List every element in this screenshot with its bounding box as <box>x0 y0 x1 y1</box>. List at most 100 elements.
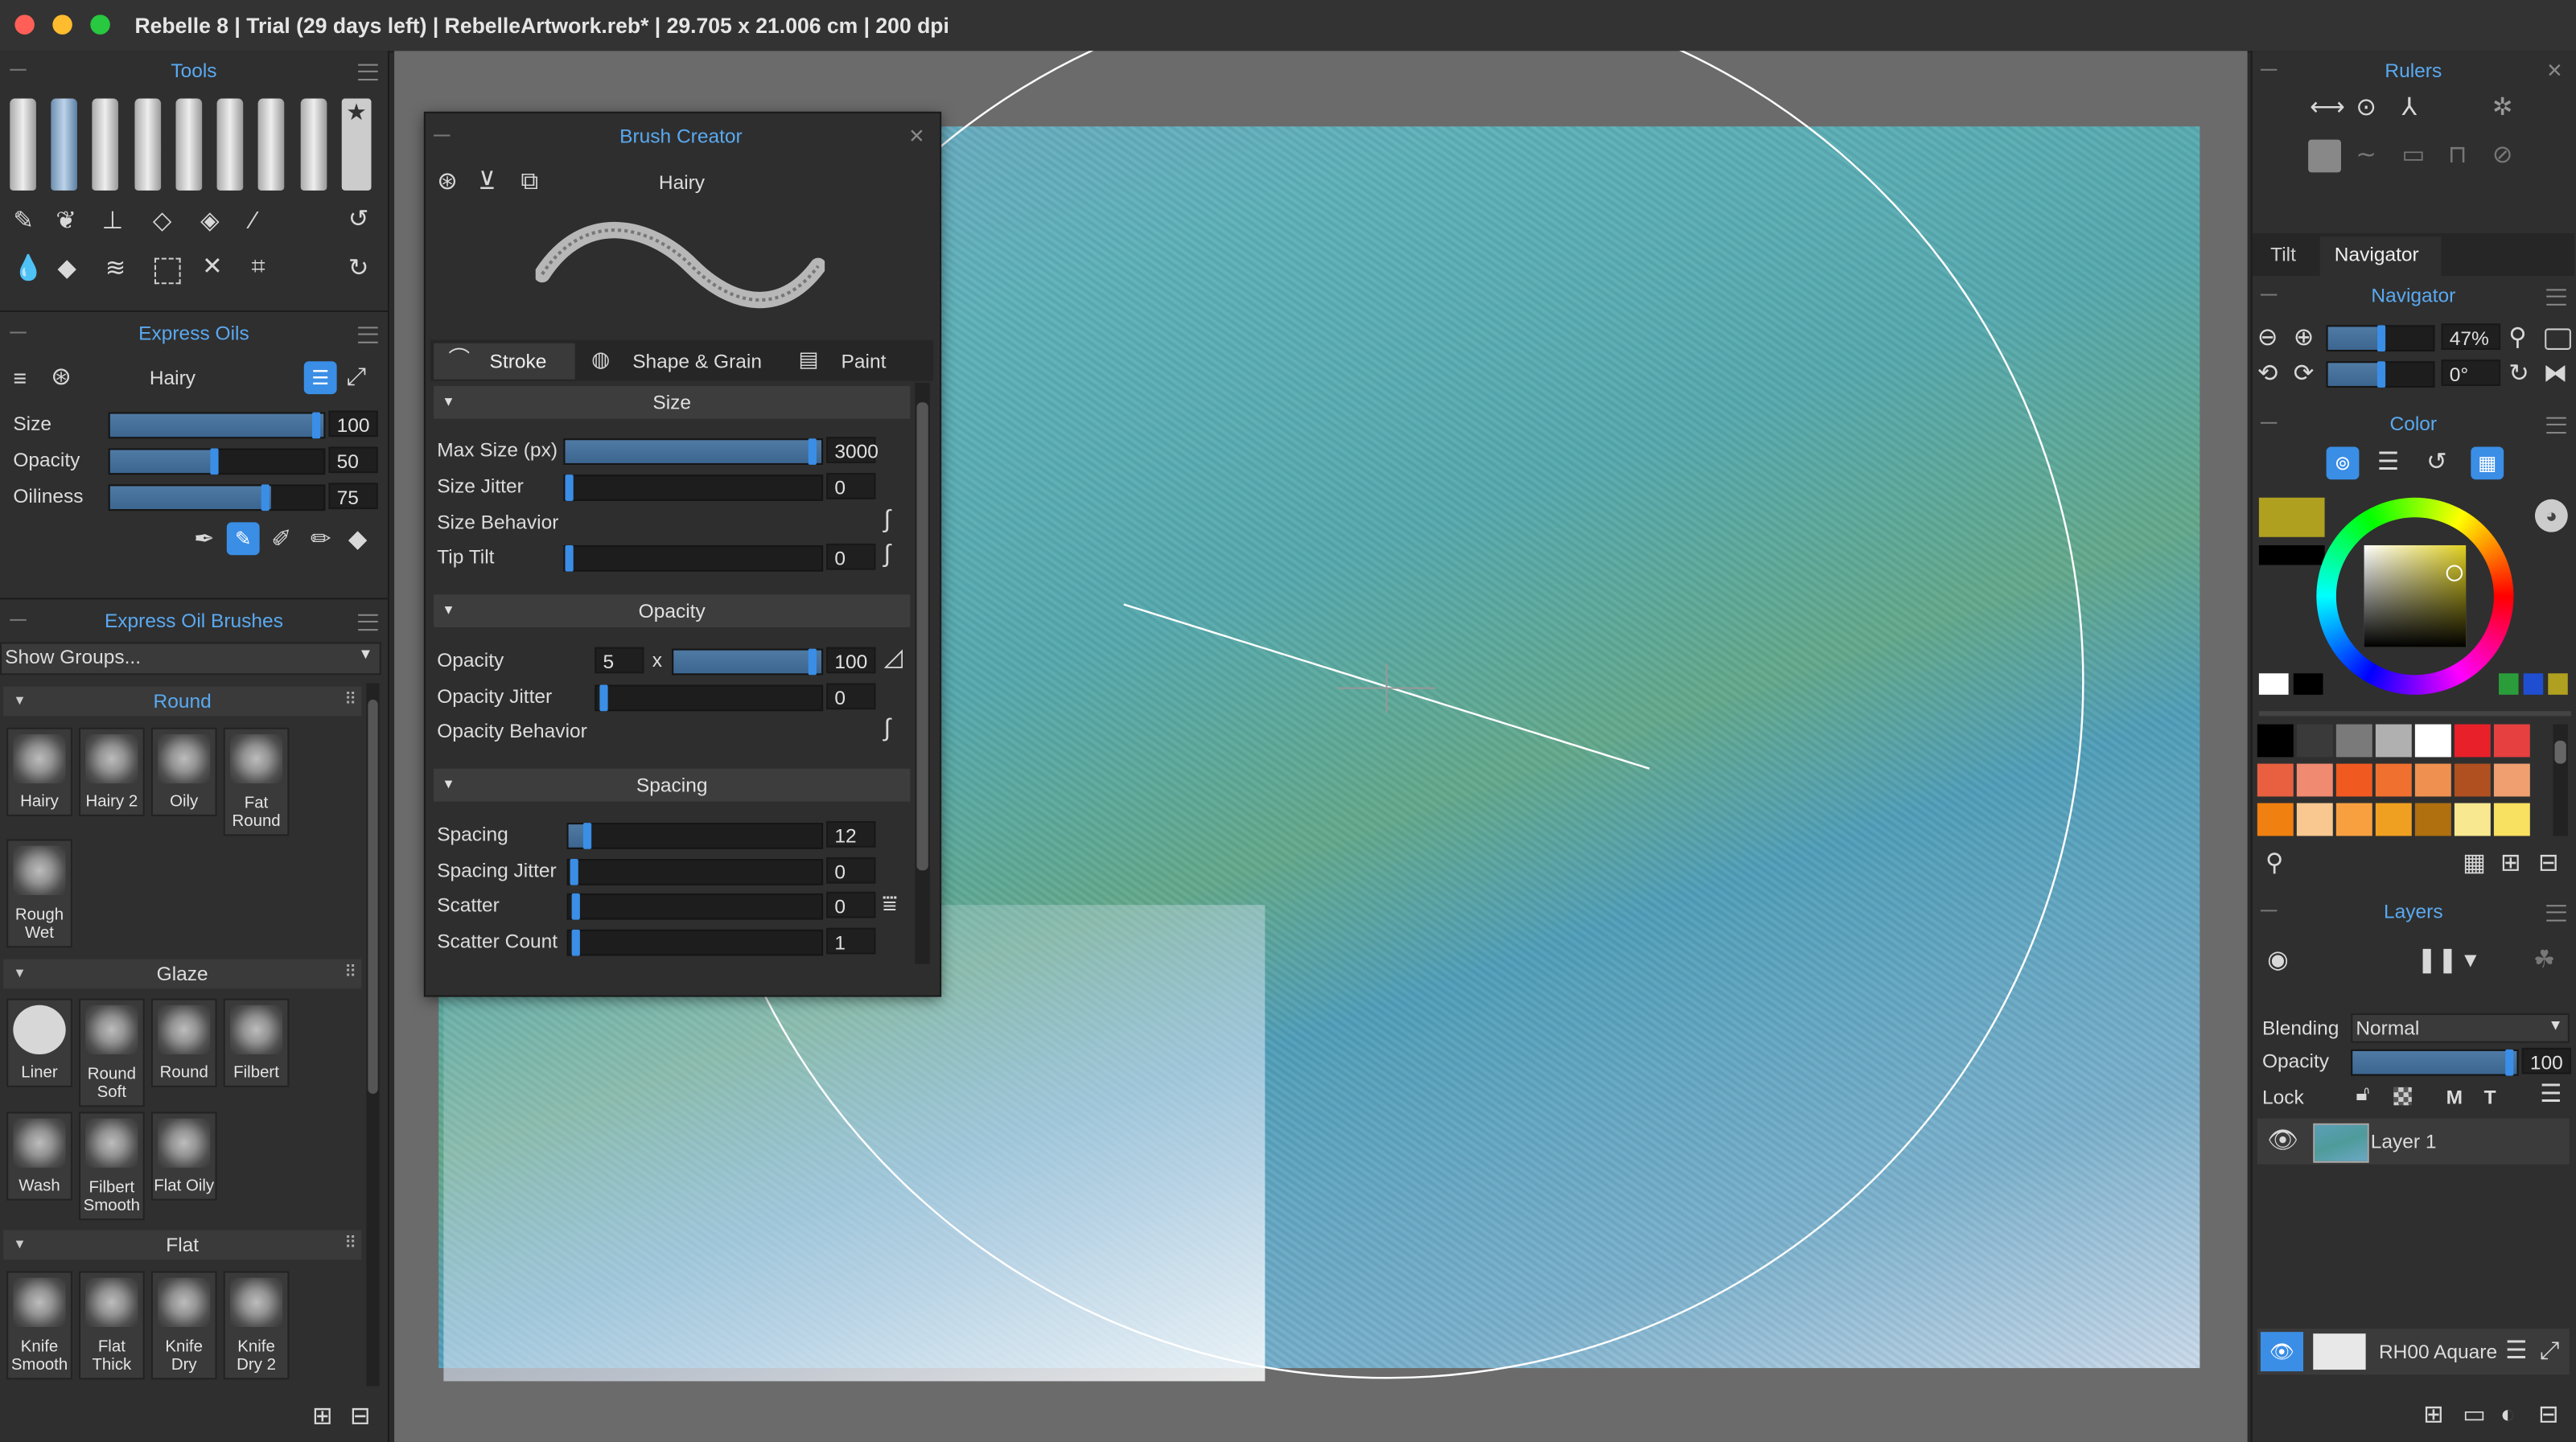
ruler-delete-icon[interactable]: ⊘ <box>2492 143 2513 168</box>
brush-oily[interactable]: Oily <box>150 727 217 816</box>
brush-stroke-options-icon[interactable]: ⤢ <box>347 364 367 389</box>
spacing-jitter-value[interactable]: 0 <box>826 857 876 884</box>
tab-paint[interactable]: ▤ Paint <box>785 343 916 380</box>
palette-swatch[interactable] <box>2454 803 2491 836</box>
brush-knife-smooth[interactable]: Knife Smooth <box>6 1271 72 1380</box>
spacing-slider[interactable] <box>566 823 824 849</box>
tool-crayon[interactable] <box>300 98 327 191</box>
close-icon[interactable]: ✕ <box>2546 52 2563 88</box>
section-size-header[interactable]: ▼ Size <box>434 385 911 419</box>
lock-mask-toggle[interactable]: M <box>2446 1086 2463 1109</box>
duplicate-brush-icon[interactable]: ⧉ <box>521 169 538 194</box>
layer-opacity-slider[interactable] <box>2351 1049 2519 1076</box>
color-menu-icon[interactable] <box>2546 417 2566 434</box>
paper-row[interactable]: 👁︎ RH00 Aquare ☰ ⤢ <box>2257 1329 2570 1375</box>
palette-swatch[interactable] <box>2257 763 2294 797</box>
zoom-fit-icon[interactable]: ⚲ <box>2508 325 2526 350</box>
group-glaze-header[interactable]: ▼ Glaze ⠿ <box>3 959 362 989</box>
current-color-swatch[interactable] <box>2258 497 2325 537</box>
drag-handle-icon[interactable]: ⠿ <box>344 959 356 989</box>
brushes-scrollbar[interactable] <box>366 683 380 1387</box>
brush-flat-oily[interactable]: Flat Oily <box>150 1111 217 1201</box>
color-wheel[interactable] <box>2316 497 2514 695</box>
close-icon[interactable]: ✕ <box>908 118 925 154</box>
paint-mode-icon[interactable]: ✒ <box>194 528 215 553</box>
tool-favorites-star-icon[interactable]: ★ <box>341 98 372 191</box>
tool-marker[interactable] <box>216 98 244 191</box>
blending-select[interactable]: Normal ▼ <box>2351 1013 2570 1043</box>
opacity-slider[interactable] <box>108 448 326 475</box>
brush-knife-dry[interactable]: Knife Dry <box>150 1271 217 1380</box>
tool-pastel[interactable] <box>257 98 285 191</box>
add-folder-icon[interactable]: ▭ <box>2463 1403 2486 1428</box>
brush-fat-round[interactable]: Fat Round <box>223 727 290 836</box>
tip-tilt-slider[interactable] <box>563 544 824 572</box>
tools-menu-icon[interactable] <box>358 64 378 81</box>
ruler-perspective-icon[interactable]: ⅄ <box>2402 95 2418 120</box>
tool-transform-icon[interactable]: ✕ <box>202 255 223 280</box>
zoom-in-icon[interactable]: ⊕ <box>2294 325 2315 350</box>
tool-water-icon[interactable]: 💧 <box>13 257 43 281</box>
opacity-ramp-icon[interactable]: ◿ <box>884 646 903 671</box>
add-layer-icon[interactable]: ⊞ <box>2423 1403 2444 1428</box>
section-spacing-header[interactable]: ▼ Spacing <box>434 768 911 802</box>
tip-tilt-curve-icon[interactable]: ∫ <box>884 542 891 567</box>
paper-visibility-icon[interactable]: 👁︎ <box>2260 1332 2304 1372</box>
delete-layer-icon[interactable]: ⊟ <box>2538 1403 2559 1428</box>
reset-brush-icon[interactable]: ⊛ <box>437 169 458 194</box>
paper-expand-icon[interactable]: ⤢ <box>2540 1338 2560 1363</box>
tab-tilt[interactable]: Tilt <box>2270 236 2296 273</box>
section-opacity-header[interactable]: ▼ Opacity <box>434 594 911 628</box>
tool-smudge-icon[interactable]: ✎ <box>13 208 34 233</box>
group-flat-header[interactable]: ▼ Flat ⠿ <box>3 1230 362 1260</box>
scatter-count-slider[interactable] <box>566 929 824 956</box>
palette-swatch[interactable] <box>2375 803 2412 836</box>
palette-swatch[interactable] <box>2414 724 2451 758</box>
scatter-count-value[interactable]: 1 <box>826 927 876 955</box>
tool-pen[interactable] <box>134 98 162 191</box>
smudge-mode-icon[interactable]: ✐ <box>271 528 292 553</box>
rotate-right-icon[interactable]: ↻ <box>2508 361 2529 386</box>
brush-creator-scrollbar[interactable] <box>915 382 930 964</box>
remove-brush-icon[interactable]: ⊟ <box>350 1404 371 1429</box>
tool-stamp-icon[interactable]: ⊥ <box>102 208 124 233</box>
tool-brush-3[interactable] <box>92 98 119 191</box>
palette-swatch[interactable] <box>2335 763 2372 797</box>
size-value[interactable]: 100 <box>328 410 378 438</box>
scatter-slider[interactable] <box>566 893 824 920</box>
brush-wash[interactable]: Wash <box>6 1111 72 1201</box>
palette-eyedropper-icon[interactable]: ⚲ <box>2265 851 2283 876</box>
spacing-jitter-slider[interactable] <box>566 859 824 885</box>
navigator-menu-icon[interactable] <box>2546 289 2566 306</box>
tip-tilt-value[interactable]: 0 <box>826 543 876 570</box>
brush-filbert[interactable]: Filbert <box>223 998 290 1087</box>
tool-eyedropper-icon[interactable]: ⁄ <box>251 208 255 233</box>
brush-rough-wet[interactable]: Rough Wet <box>6 839 72 948</box>
oiliness-slider[interactable] <box>108 484 326 511</box>
color-wheel-mode-icon[interactable]: ⊚ <box>2326 446 2360 480</box>
palette-swatch[interactable] <box>2296 724 2333 758</box>
color-mixer-icon[interactable]: ◕ <box>2534 499 2568 532</box>
color-history-icon[interactable]: ↺ <box>2426 450 2447 475</box>
tool-brush-1[interactable] <box>10 98 36 191</box>
blend-mode-icon[interactable]: ✏ <box>311 528 331 553</box>
color-picker-handle[interactable] <box>2446 565 2463 581</box>
recent-blue-swatch[interactable] <box>2523 673 2544 695</box>
wet-layer-icon[interactable]: ☘ <box>2533 947 2555 972</box>
tool-blend-icon[interactable]: ❦ <box>56 208 76 233</box>
scatter-options-icon[interactable]: ⩸ <box>883 892 898 917</box>
brush-flat-thick[interactable]: Flat Thick <box>79 1271 145 1380</box>
size-jitter-value[interactable]: 0 <box>826 473 876 499</box>
remove-swatch-icon[interactable]: ⊟ <box>2538 851 2559 876</box>
size-behavior-curve-icon[interactable]: ∫ <box>884 507 891 532</box>
brush-round-soft[interactable]: Round Soft <box>79 998 145 1107</box>
dry-layer-icon[interactable]: ▾ <box>2464 947 2476 972</box>
tool-brush-2-selected[interactable] <box>51 98 77 191</box>
brush-filbert-smooth[interactable]: Filbert Smooth <box>79 1111 145 1221</box>
palette-swatch[interactable] <box>2493 724 2530 758</box>
erase-mode-icon[interactable]: ◆ <box>348 528 368 553</box>
opacity-jitter-slider[interactable] <box>595 684 824 712</box>
oiliness-value[interactable]: 75 <box>328 483 378 510</box>
paint-mode-selected-icon[interactable]: ✎ <box>226 522 260 556</box>
tool-eraser-icon[interactable]: ◇ <box>153 208 172 233</box>
